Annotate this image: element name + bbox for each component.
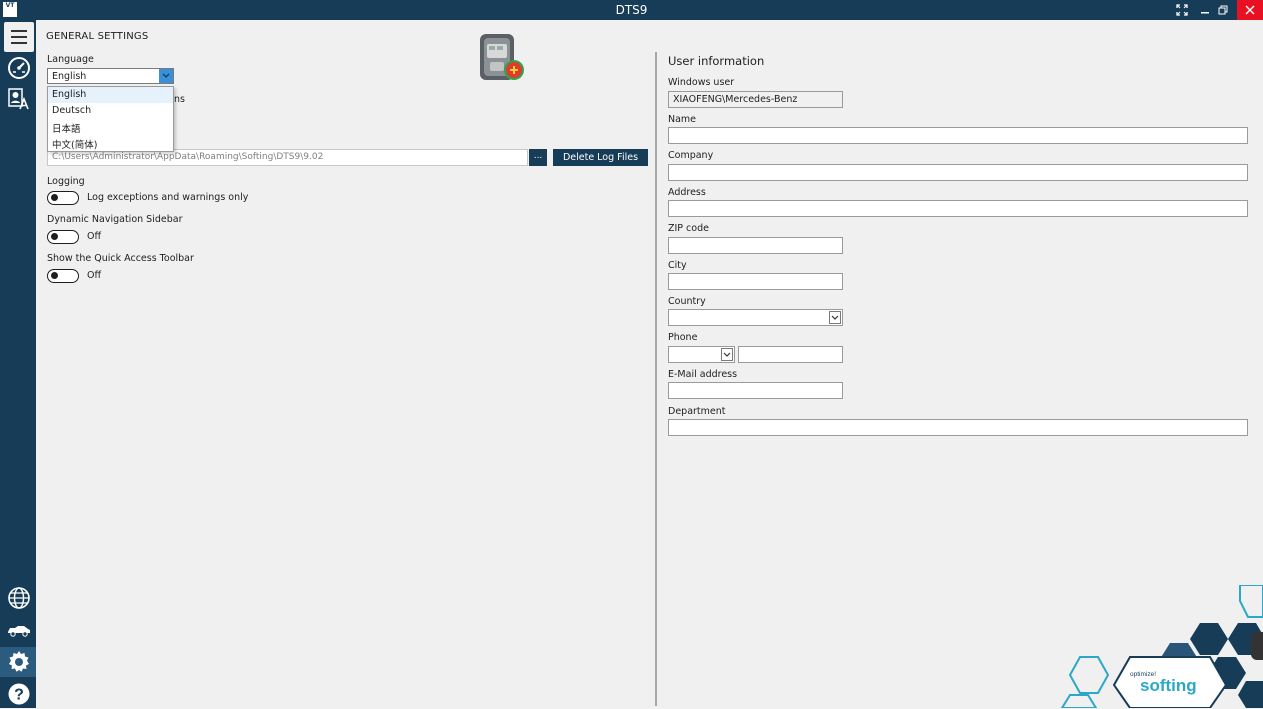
quick-access-label: Show the Quick Access Toolbar bbox=[47, 253, 194, 264]
email-label: E-Mail address bbox=[668, 369, 738, 380]
device-status-icon bbox=[476, 30, 528, 84]
softing-branding: optimize! softing bbox=[1060, 585, 1263, 708]
toggle-knob bbox=[51, 194, 58, 201]
menu-icon[interactable] bbox=[4, 22, 34, 52]
partially-hidden-label: ns bbox=[174, 94, 185, 105]
email-field[interactable] bbox=[668, 382, 843, 399]
language-select[interactable]: English bbox=[47, 68, 174, 84]
department-field[interactable] bbox=[668, 419, 1248, 436]
panel-divider bbox=[655, 52, 657, 706]
toggle-knob bbox=[51, 272, 58, 279]
quick-access-toggle[interactable] bbox=[47, 269, 79, 283]
department-label: Department bbox=[668, 406, 726, 417]
browse-button[interactable]: ... bbox=[529, 149, 547, 166]
restore-icon[interactable] bbox=[1213, 0, 1233, 20]
logging-value: Log exceptions and warnings only bbox=[87, 192, 249, 203]
logging-label: Logging bbox=[47, 176, 85, 187]
gauge-icon[interactable] bbox=[7, 56, 31, 80]
phone-code-select[interactable] bbox=[668, 346, 735, 363]
language-dropdown-list: English Deutsch 日本語 中文(简体) bbox=[47, 86, 174, 152]
zip-code-field[interactable] bbox=[668, 237, 843, 254]
help-icon[interactable]: ? bbox=[7, 682, 31, 706]
general-settings-title: GENERAL SETTINGS bbox=[46, 31, 149, 42]
fullscreen-icon[interactable] bbox=[1172, 0, 1192, 20]
nav-sidebar-value: Off bbox=[87, 231, 102, 242]
chevron-down-icon[interactable] bbox=[159, 69, 173, 83]
language-label: Language bbox=[47, 54, 94, 65]
car-icon[interactable] bbox=[7, 618, 31, 642]
delete-log-files-button[interactable]: Delete Log Files bbox=[553, 149, 648, 166]
navigation-sidebar: ? bbox=[0, 20, 36, 708]
gear-icon[interactable] bbox=[7, 650, 31, 674]
address-label: Address bbox=[668, 187, 706, 198]
close-icon[interactable] bbox=[1237, 0, 1263, 20]
country-label: Country bbox=[668, 296, 706, 307]
globe-icon[interactable] bbox=[7, 586, 31, 610]
phone-number-field[interactable] bbox=[738, 346, 843, 363]
language-option-english[interactable]: English bbox=[48, 87, 173, 103]
chevron-down-icon[interactable] bbox=[829, 311, 841, 324]
help-glyph: ? bbox=[14, 687, 24, 704]
name-field[interactable] bbox=[668, 127, 1248, 144]
nav-sidebar-toggle[interactable] bbox=[47, 230, 79, 244]
city-field[interactable] bbox=[668, 273, 843, 290]
windows-user-field: XIAOFENG\Mercedes-Benz bbox=[668, 91, 843, 108]
company-label: Company bbox=[668, 150, 714, 161]
nav-sidebar-label: Dynamic Navigation Sidebar bbox=[47, 214, 183, 225]
side-panel-handle[interactable] bbox=[1251, 632, 1263, 660]
chevron-down-icon[interactable] bbox=[721, 348, 733, 361]
language-option-chinese[interactable]: 中文(简体) bbox=[48, 135, 173, 151]
language-select-value: English bbox=[52, 71, 87, 82]
address-field[interactable] bbox=[668, 200, 1248, 217]
logging-toggle[interactable] bbox=[47, 191, 79, 205]
quick-access-value: Off bbox=[87, 270, 102, 281]
toggle-knob bbox=[51, 233, 58, 240]
zip-code-label: ZIP code bbox=[668, 223, 709, 234]
name-label: Name bbox=[668, 114, 697, 125]
window-title: DTS9 bbox=[615, 3, 648, 17]
language-option-japanese[interactable]: 日本語 bbox=[48, 119, 173, 135]
title-bar: VT DTS9 bbox=[0, 0, 1263, 20]
user-information-title: User information bbox=[668, 54, 765, 68]
language-option-deutsch[interactable]: Deutsch bbox=[48, 103, 173, 119]
windows-user-label: Windows user bbox=[668, 77, 735, 88]
minimize-icon[interactable] bbox=[1195, 0, 1215, 20]
person-translate-icon[interactable] bbox=[7, 87, 31, 111]
phone-label: Phone bbox=[668, 332, 698, 343]
country-select[interactable] bbox=[668, 309, 843, 326]
company-field[interactable] bbox=[668, 164, 1248, 181]
brand-name: softing bbox=[1140, 676, 1197, 695]
city-label: City bbox=[668, 260, 687, 271]
